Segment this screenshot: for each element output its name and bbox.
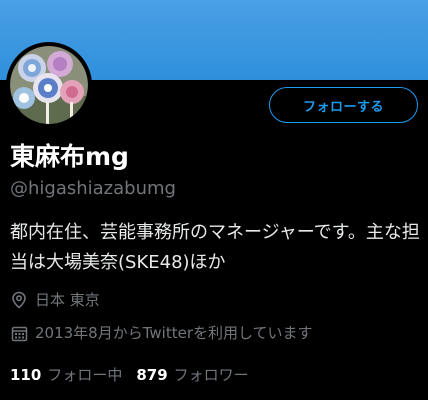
- followers-link[interactable]: 879 フォロワー: [136, 364, 248, 386]
- location-text: 日本 東京: [35, 291, 100, 309]
- calendar-icon: [10, 324, 28, 342]
- profile-joined-date: 2013年8月からTwitterを利用しています: [10, 322, 313, 344]
- profile-bio: 都内在住、芸能事務所のマネージャーです。主な担当は大場美奈(SKE48)ほか: [10, 222, 420, 273]
- joined-text: 2013年8月からTwitterを利用しています: [35, 324, 313, 342]
- following-count: 110: [10, 366, 42, 384]
- location-pin-icon: [10, 291, 28, 309]
- followers-label: フォロワー: [173, 366, 249, 384]
- profile-avatar[interactable]: [6, 42, 92, 128]
- following-link[interactable]: 110 フォロー中: [10, 364, 122, 386]
- candy-avatar-icon: [10, 46, 88, 124]
- followers-count: 879: [136, 366, 168, 384]
- profile-handle: @higashiazabumg: [10, 178, 176, 199]
- follow-button[interactable]: フォローする: [269, 87, 418, 123]
- profile-stats: 110 フォロー中 879 フォロワー: [10, 364, 263, 386]
- profile-location: 日本 東京: [10, 289, 100, 311]
- profile-display-name: 東麻布mg: [10, 142, 129, 171]
- following-label: フォロー中: [47, 366, 123, 384]
